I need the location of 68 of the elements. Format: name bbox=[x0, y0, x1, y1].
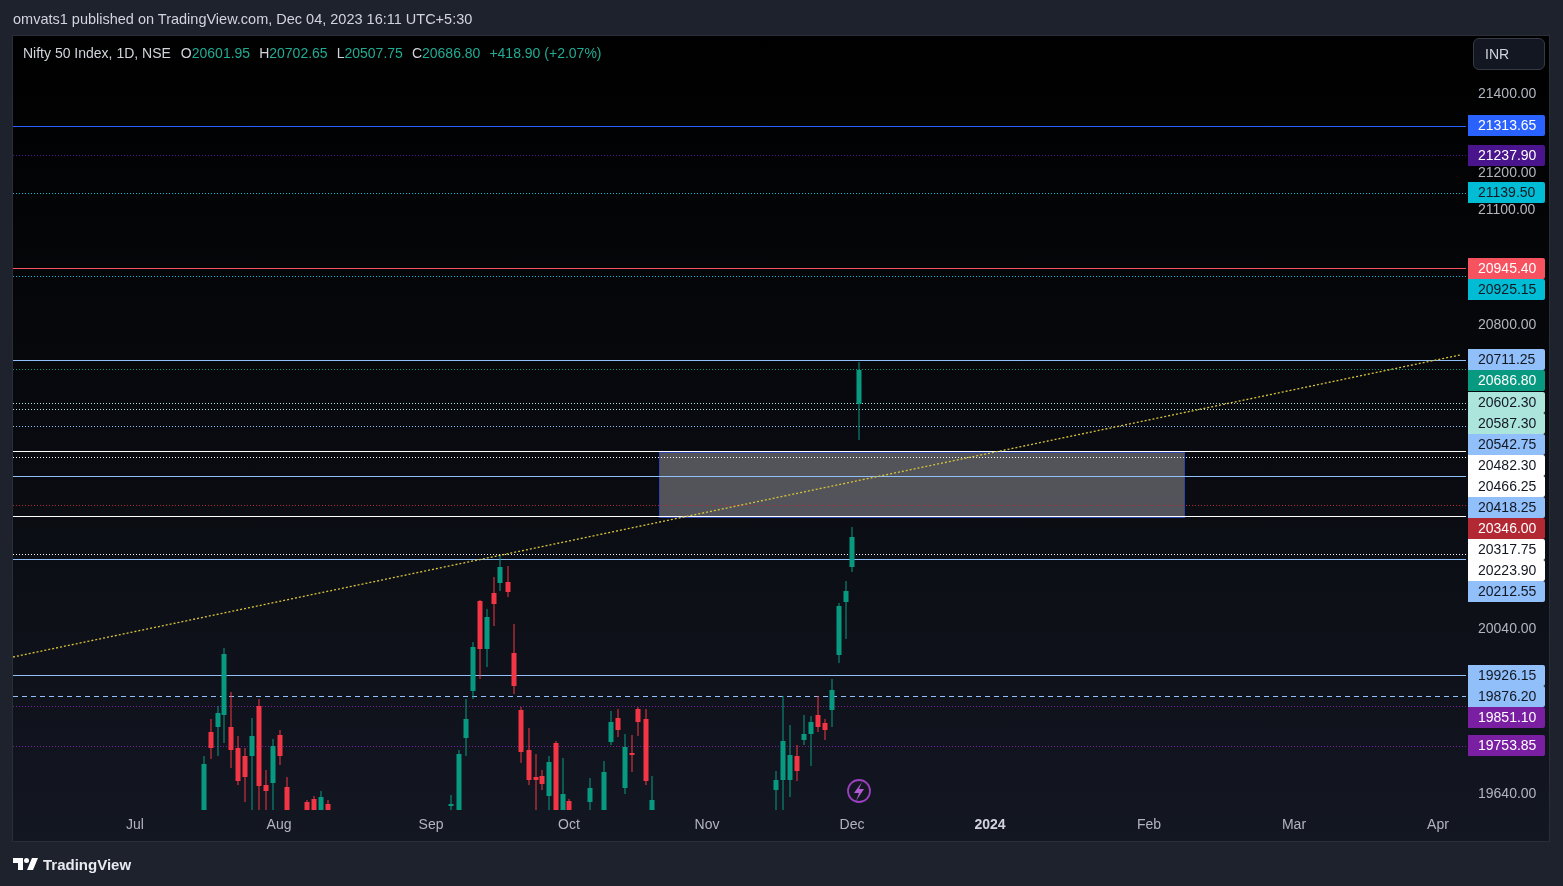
price-label: 21313.65 bbox=[1468, 115, 1545, 137]
price-tick: 20040.00 bbox=[1478, 622, 1537, 636]
month-label: Dec bbox=[839, 816, 865, 832]
price-label: 20317.75 bbox=[1468, 539, 1545, 561]
bearish-candle bbox=[615, 709, 621, 737]
brand-name[interactable]: TradingView bbox=[43, 855, 132, 873]
bullish-candle bbox=[560, 758, 566, 810]
bullish-candle bbox=[201, 756, 207, 810]
price-label: 21237.90 bbox=[1468, 144, 1545, 166]
lightning-icon[interactable] bbox=[847, 779, 871, 803]
month-label: Nov bbox=[694, 816, 720, 832]
bullish-candle bbox=[497, 556, 503, 591]
month-label: Feb bbox=[1136, 816, 1162, 832]
ohlc-key: O bbox=[180, 45, 192, 62]
price-tick: 19640.00 bbox=[1478, 786, 1537, 800]
bullish-candle bbox=[318, 791, 324, 810]
ohlc-value: 20702.65 bbox=[269, 45, 328, 62]
price-label: 20466.25 bbox=[1468, 476, 1545, 498]
bearish-candle bbox=[553, 741, 559, 810]
price-label: 20587.30 bbox=[1468, 413, 1545, 435]
price-label: 19753.85 bbox=[1468, 735, 1545, 757]
price-change: +418.90 (+2.07%) bbox=[489, 45, 602, 62]
price-label: 20602.30 bbox=[1468, 392, 1545, 414]
ohlc-value: 20507.75 bbox=[344, 45, 403, 62]
month-label: Oct bbox=[558, 816, 580, 832]
ohlc-key: H bbox=[259, 45, 270, 62]
price-label: 20945.40 bbox=[1468, 257, 1545, 279]
publish-info: omvats1 published on TradingView.com, Dec 04, 2023 16:11 UTC+5:30 bbox=[13, 11, 473, 27]
symbol-title: Nifty 50 Index, 1D, NSE bbox=[23, 45, 171, 62]
price-label: 19926.15 bbox=[1468, 664, 1545, 686]
price-tick: 21200.00 bbox=[1478, 165, 1537, 179]
ohlc-value: 20686.80 bbox=[422, 45, 481, 62]
price-label: 20223.90 bbox=[1468, 560, 1545, 582]
ohlc-key: L bbox=[336, 45, 345, 62]
price-tick: 21400.00 bbox=[1478, 86, 1537, 100]
bearish-candle bbox=[566, 799, 572, 810]
bearish-candle bbox=[794, 745, 800, 781]
year-label: 2024 bbox=[974, 816, 1006, 832]
price-label: 20482.30 bbox=[1468, 455, 1545, 477]
ohlc-value: 20601.95 bbox=[191, 45, 251, 62]
price-tick: 20800.00 bbox=[1478, 318, 1537, 332]
price-tick: 21100.00 bbox=[1478, 203, 1536, 217]
currency-button[interactable]: INR bbox=[1473, 38, 1545, 70]
price-label: 19876.20 bbox=[1468, 685, 1545, 707]
month-label: Sep bbox=[418, 816, 444, 832]
price-label: 20346.00 bbox=[1468, 518, 1545, 540]
price-label: 20418.25 bbox=[1468, 497, 1545, 519]
price-label: 19851.10 bbox=[1468, 706, 1545, 728]
ohlc-key: C bbox=[411, 45, 422, 62]
price-label: 21139.50 bbox=[1468, 182, 1545, 204]
month-label: Aug bbox=[266, 816, 292, 832]
price-label: 20686.80 bbox=[1468, 370, 1545, 392]
price-label: 20711.25 bbox=[1468, 349, 1545, 371]
bearish-candle bbox=[511, 624, 517, 694]
bullish-candle bbox=[601, 761, 607, 810]
bearish-candle bbox=[325, 800, 331, 810]
month-label: Mar bbox=[1281, 816, 1307, 832]
month-label: Apr bbox=[1427, 816, 1449, 832]
bullish-candle bbox=[829, 679, 835, 727]
month-label: Jul bbox=[126, 816, 144, 832]
bullish-candle bbox=[649, 776, 655, 810]
logo-icon[interactable] bbox=[13, 858, 38, 870]
price-label: 20212.55 bbox=[1468, 581, 1545, 603]
price-label: 20542.75 bbox=[1468, 434, 1545, 456]
price-label: 20925.15 bbox=[1468, 278, 1545, 300]
bearish-candle bbox=[518, 707, 524, 763]
bearish-candle bbox=[284, 777, 290, 810]
bullish-candle bbox=[608, 711, 614, 745]
